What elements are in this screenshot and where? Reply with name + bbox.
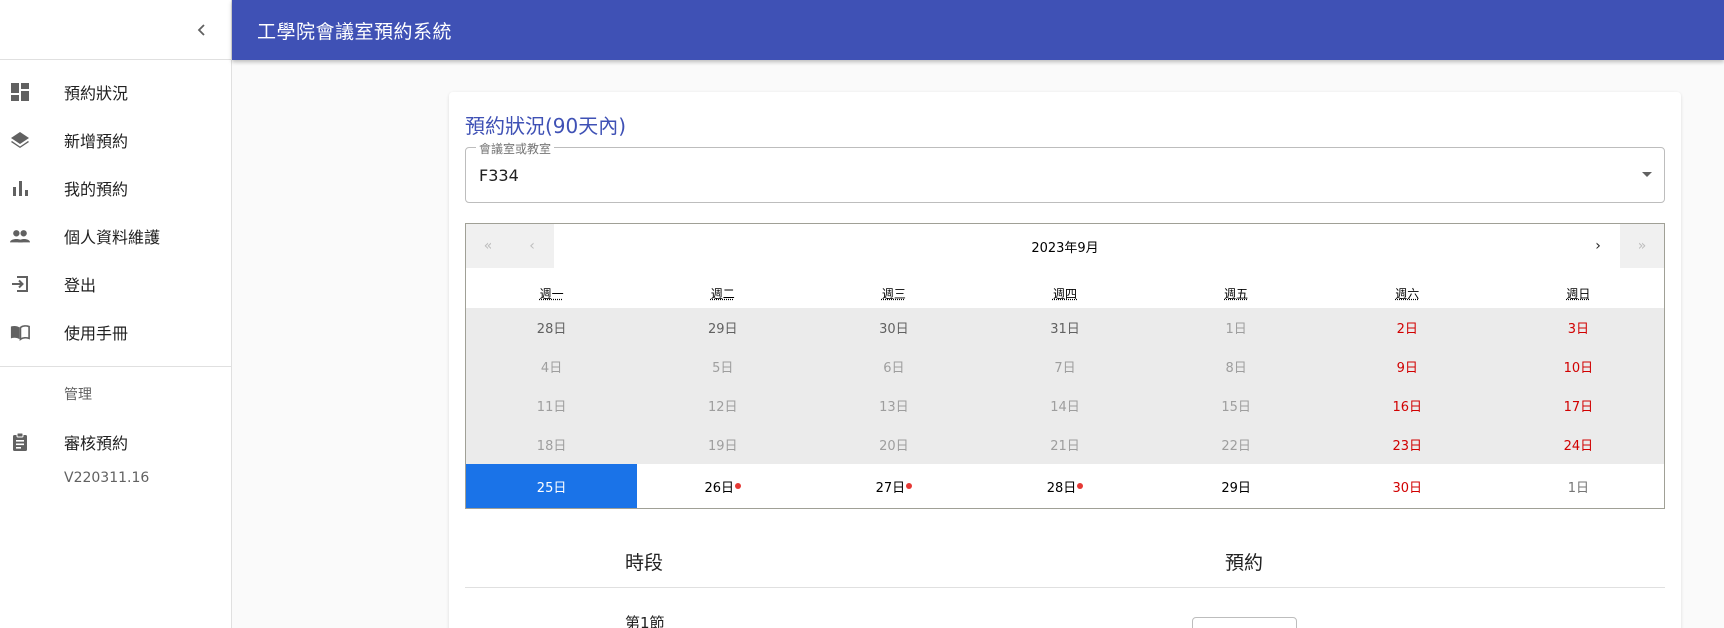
calendar-day[interactable]: 1日 bbox=[1493, 464, 1664, 508]
logout-icon bbox=[10, 274, 30, 294]
calendar-day[interactable]: 4日 bbox=[466, 347, 638, 386]
calendar-navigation: « ‹ 2023年9月 › » bbox=[466, 224, 1664, 268]
timeslot-table-header: 時段 預約 bbox=[465, 530, 1665, 588]
weekday-label: 週五 bbox=[1224, 287, 1249, 301]
room-select-label: 會議室或教室 bbox=[476, 140, 555, 157]
sidebar-item-label: 使用手冊 bbox=[64, 324, 129, 343]
calendar-day-selected[interactable]: 25日 bbox=[466, 464, 638, 508]
calendar-day[interactable]: 30日 bbox=[1322, 464, 1493, 508]
calendar-day[interactable]: 31日 bbox=[979, 308, 1151, 347]
sidebar-item-label: 新增預約 bbox=[64, 132, 129, 151]
sidebar-item-booking-status[interactable]: 預約狀況 bbox=[0, 68, 231, 116]
calendar: « ‹ 2023年9月 › » 週一 週二 週三 週四 週五 週六 週日 28日… bbox=[465, 223, 1665, 509]
bar-chart-icon bbox=[10, 178, 30, 198]
column-header-slot: 時段 bbox=[625, 552, 664, 574]
admin-subheader: 管理 bbox=[64, 387, 92, 403]
timeslot-label: 第1節 bbox=[625, 614, 665, 628]
version-label: V220311.16 bbox=[64, 470, 150, 486]
sidebar-item-label: 我的預約 bbox=[64, 180, 129, 199]
booked-dot-icon bbox=[734, 483, 741, 489]
chevron-left-icon bbox=[197, 24, 205, 36]
book-slot-button[interactable] bbox=[1192, 617, 1297, 628]
weekday-label: 週四 bbox=[1052, 287, 1077, 301]
people-icon bbox=[10, 226, 30, 246]
booked-dot-icon bbox=[1077, 483, 1084, 489]
calendar-day[interactable]: 28日 bbox=[466, 308, 638, 347]
sidebar-item-label: 登出 bbox=[64, 276, 97, 295]
calendar-day[interactable]: 15日 bbox=[1150, 386, 1322, 425]
clipboard-icon bbox=[10, 432, 30, 452]
calendar-day[interactable]: 9日 bbox=[1321, 347, 1493, 386]
calendar-day[interactable]: 6日 bbox=[808, 347, 980, 386]
sidebar-item-label: 預約狀況 bbox=[64, 84, 129, 103]
sidebar-item-label: 個人資料維護 bbox=[64, 228, 161, 247]
sidebar-item-review-bookings[interactable]: 審核預約 bbox=[0, 418, 231, 466]
calendar-days: 28日 29日 30日 31日 1日 2日 3日 4日 5日 6日 7日 8日 … bbox=[466, 308, 1664, 508]
weekday-label: 週二 bbox=[710, 287, 735, 301]
weekday-label: 週三 bbox=[881, 287, 906, 301]
calendar-day[interactable]: 26日 bbox=[637, 464, 808, 508]
dashboard-icon bbox=[10, 82, 30, 102]
sidebar-nav: 預約狀況 新增預約 我的預約 個人資料維護 登出 使用手冊 bbox=[0, 60, 231, 356]
calendar-day[interactable]: 21日 bbox=[979, 425, 1151, 464]
booked-dot-icon bbox=[906, 483, 913, 489]
booking-status-card: 預約狀況(90天內) 會議室或教室 F334 « ‹ 2023年9月 › » 週… bbox=[449, 92, 1681, 628]
calendar-day[interactable]: 19日 bbox=[637, 425, 809, 464]
sidebar-item-profile[interactable]: 個人資料維護 bbox=[0, 212, 231, 260]
calendar-day[interactable]: 16日 bbox=[1321, 386, 1493, 425]
calendar-weekdays: 週一 週二 週三 週四 週五 週六 週日 bbox=[466, 268, 1664, 308]
calendar-day[interactable]: 2日 bbox=[1321, 308, 1493, 347]
page-title: 預約狀況(90天內) bbox=[465, 114, 627, 138]
calendar-next-month-button[interactable]: › bbox=[1576, 224, 1620, 268]
calendar-day[interactable]: 30日 bbox=[808, 308, 980, 347]
collapse-sidebar-button[interactable] bbox=[186, 14, 218, 46]
weekday-label: 週一 bbox=[539, 287, 564, 301]
calendar-day[interactable]: 23日 bbox=[1321, 425, 1493, 464]
app-bar: 工學院會議室預約系統 bbox=[232, 0, 1724, 60]
calendar-day[interactable]: 22日 bbox=[1150, 425, 1322, 464]
calendar-day[interactable]: 1日 bbox=[1150, 308, 1322, 347]
calendar-day[interactable]: 18日 bbox=[466, 425, 638, 464]
calendar-day[interactable]: 11日 bbox=[466, 386, 638, 425]
day-label: 28日 bbox=[1046, 480, 1077, 496]
layers-icon bbox=[10, 130, 30, 150]
calendar-day[interactable]: 7日 bbox=[979, 347, 1151, 386]
calendar-day[interactable]: 14日 bbox=[979, 386, 1151, 425]
sidebar-divider bbox=[0, 366, 231, 367]
calendar-day[interactable]: 8日 bbox=[1150, 347, 1322, 386]
calendar-day[interactable]: 13日 bbox=[808, 386, 980, 425]
sidebar-header bbox=[0, 0, 231, 60]
weekday-label: 週日 bbox=[1566, 287, 1591, 301]
app-title: 工學院會議室預約系統 bbox=[257, 20, 453, 43]
calendar-next-year-button[interactable]: » bbox=[1620, 224, 1664, 268]
calendar-month-label[interactable]: 2023年9月 bbox=[554, 224, 1576, 268]
book-icon bbox=[10, 322, 30, 342]
calendar-day[interactable]: 24日 bbox=[1492, 425, 1664, 464]
calendar-day[interactable]: 29日 bbox=[1151, 464, 1322, 508]
calendar-day[interactable]: 28日 bbox=[979, 464, 1150, 508]
sidebar: 預約狀況 新增預約 我的預約 個人資料維護 登出 使用手冊 管理 審核預約 V2… bbox=[0, 0, 232, 628]
room-select[interactable]: 會議室或教室 F334 bbox=[465, 140, 1665, 203]
sidebar-item-logout[interactable]: 登出 bbox=[0, 260, 231, 308]
sidebar-item-manual[interactable]: 使用手冊 bbox=[0, 308, 231, 356]
calendar-day[interactable]: 3日 bbox=[1492, 308, 1664, 347]
calendar-prev-year-button[interactable]: « bbox=[466, 224, 510, 268]
column-header-booking: 預約 bbox=[1225, 552, 1264, 574]
room-select-value: F334 bbox=[479, 166, 519, 185]
weekday-label: 週六 bbox=[1395, 287, 1420, 301]
calendar-day[interactable]: 12日 bbox=[637, 386, 809, 425]
calendar-prev-month-button[interactable]: ‹ bbox=[510, 224, 554, 268]
day-label: 27日 bbox=[875, 480, 906, 496]
sidebar-item-new-booking[interactable]: 新增預約 bbox=[0, 116, 231, 164]
day-label: 26日 bbox=[704, 480, 734, 496]
calendar-day[interactable]: 17日 bbox=[1492, 386, 1664, 425]
calendar-day[interactable]: 27日 bbox=[808, 464, 979, 508]
sidebar-item-label: 審核預約 bbox=[64, 434, 129, 453]
calendar-day[interactable]: 20日 bbox=[808, 425, 980, 464]
calendar-day[interactable]: 10日 bbox=[1492, 347, 1664, 386]
dropdown-arrow-icon bbox=[1642, 172, 1652, 177]
sidebar-item-my-bookings[interactable]: 我的預約 bbox=[0, 164, 231, 212]
calendar-day[interactable]: 5日 bbox=[637, 347, 809, 386]
calendar-day[interactable]: 29日 bbox=[637, 308, 809, 347]
